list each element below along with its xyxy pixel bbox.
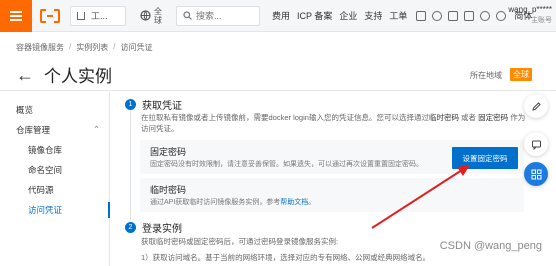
step-connector-line [130,110,131,220]
watermark: CSDN @wang_peng [439,240,542,252]
sidebar-item-image-repos[interactable]: 镜像仓库 [28,144,62,156]
step-1-header: 1 获取凭证 [125,97,182,112]
set-fixed-password-button[interactable]: 设置固定密码 [452,147,518,169]
user-account-menu[interactable]: wang_p***** 主账号 [508,4,552,26]
top-nav-links: 费用 ICP 备案 企业 支持 工单 [272,9,414,22]
lightbulb-icon[interactable] [496,10,507,21]
region-badge: 全球 [510,68,532,81]
terminal-icon[interactable] [416,10,427,21]
sidebar-active-indicator [108,202,110,218]
page-title: 个人实例 [44,67,112,86]
breadcrumb: 容器镜像服务 / 实例列表 / 访问凭证 [16,42,157,53]
help-doc-link[interactable]: 帮助文档 [280,199,308,206]
help-icon[interactable] [480,10,491,21]
top-navigation-bar: 工... 全 球 费用 ICP 备案 企业 支持 工单 简体 wang_p***… [0,0,556,32]
nav-link-support[interactable]: 支持 [364,9,382,22]
page-header: ← 个人实例 [16,62,112,87]
nav-link-ticket[interactable]: 工单 [389,9,407,22]
search-box[interactable] [176,5,260,26]
apps-float-button[interactable] [524,162,548,186]
user-name: wang_p***** [508,5,552,14]
home-icon [77,11,85,20]
aliyun-logo-icon[interactable] [40,8,60,23]
bell-icon[interactable] [432,10,443,21]
region-selector[interactable]: 全 球 [136,6,166,26]
region-label: 全 球 [154,6,162,25]
sidebar-group-repo-management[interactable]: 仓库管理 ⌃ [16,124,100,136]
step-number-badge: 2 [125,222,136,233]
chat-icon [531,140,541,150]
back-arrow-icon[interactable]: ← [16,66,34,84]
user-role: 主账号 [531,17,552,24]
workspace-selector[interactable]: 工... [70,5,126,26]
chat-float-button[interactable] [524,132,548,156]
step-2-header: 2 登录实例 [125,220,182,235]
nav-link-enterprise[interactable]: 企业 [339,9,357,22]
sidebar-item-code-sources[interactable]: 代码源 [28,184,54,196]
temp-password-title: 临时密码 [150,185,187,195]
sidebar-item-access-credentials[interactable]: 访问凭证 [28,204,62,216]
nav-link-fees[interactable]: 费用 [272,9,290,22]
menu-icon [10,10,22,21]
sidebar-group-label: 仓库管理 [16,125,51,135]
sidebar: 概览 仓库管理 ⌃ 镜像仓库 命名空间 代码源 访问凭证 [0,92,110,266]
search-icon [183,11,192,20]
step-1-description: 在拉取私有镜像或者上传镜像前，需要docker login输入您的凭证信息。您可… [141,113,526,133]
pencil-icon [531,101,541,111]
region-field-label: 所在地域 [470,71,502,80]
breadcrumb-item-credentials: 访问凭证 [120,43,153,52]
breadcrumb-item-instances[interactable]: 实例列表 [76,42,108,53]
step-2-instruction: 1）获取访问域名。基于当前的网络环境，选择对应的专有网络、公网或经典网络域名。 [141,253,431,262]
edit-float-button[interactable] [524,94,548,118]
step-number-badge: 1 [125,99,136,110]
nav-link-icp[interactable]: ICP 备案 [297,9,332,22]
search-input[interactable] [196,10,252,21]
cart-icon[interactable] [464,10,475,21]
breadcrumb-separator: / [113,42,116,51]
step-title: 获取凭证 [142,101,182,112]
breadcrumb-item-service[interactable]: 容器镜像服务 [16,42,64,53]
breadcrumb-separator: / [69,42,72,51]
workspace-label: 工... [91,11,108,21]
fixed-password-title: 固定密码 [150,147,187,157]
header-divider [0,90,556,91]
mail-icon[interactable] [448,10,459,21]
temp-password-panel: 临时密码 通过API获取临时访问镜像服务实例，参考帮助文档。 [140,178,524,212]
grid-icon [531,169,541,179]
sidebar-item-overview[interactable]: 概览 [16,104,33,116]
chevron-up-icon: ⌃ [92,124,100,134]
fixed-password-description: 固定密码没有时效限制，请注意妥善保管。如果遗失，可以通过再次设置重置固定密码。 [150,161,423,168]
step-title: 登录实例 [142,224,182,235]
globe-icon [140,10,151,21]
temp-password-description: 通过API获取临时访问镜像服务实例，参考帮助文档。 [150,199,316,206]
hamburger-menu-button[interactable] [0,0,32,32]
sidebar-item-namespaces[interactable]: 命名空间 [28,164,62,176]
